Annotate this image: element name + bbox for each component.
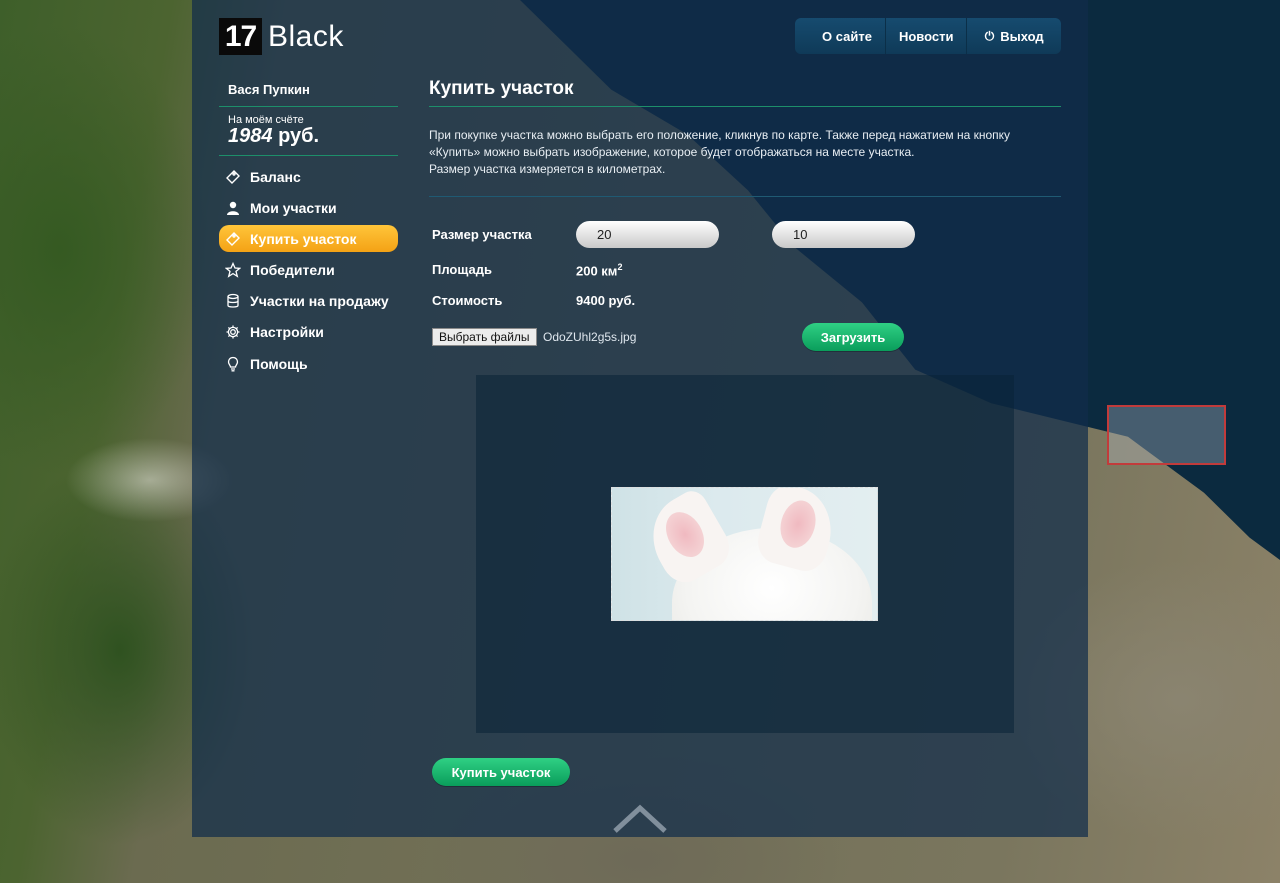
account-amount: 1984 руб.	[228, 125, 319, 148]
user-name[interactable]: Вася Пупкин	[228, 82, 310, 97]
upload-button[interactable]: Загрузить	[802, 323, 904, 351]
plot-image-preview[interactable]	[611, 487, 878, 621]
sidebar-item-my-plots[interactable]: Мои участки	[219, 194, 398, 221]
nav-logout-label: Выход	[1000, 28, 1044, 44]
area-label: Площадь	[432, 262, 492, 277]
nav-about[interactable]: О сайте	[795, 18, 886, 54]
logo[interactable]: 17 Black	[219, 18, 344, 55]
logo-word: Black	[268, 19, 344, 53]
ticket-icon	[225, 169, 241, 185]
power-icon: ⏻	[984, 28, 995, 43]
nav-news-label: Новости	[898, 28, 954, 44]
description-line: При покупке участка можно выбрать его по…	[429, 128, 1011, 142]
sidebar-item-label: Победители	[250, 262, 335, 279]
sidebar-item-help[interactable]: Помощь	[219, 350, 398, 377]
divider	[429, 196, 1061, 197]
sidebar-item-settings[interactable]: Настройки	[219, 319, 398, 346]
sidebar-item-winners[interactable]: Победители	[219, 257, 398, 284]
chevron-up-icon[interactable]	[612, 803, 668, 833]
divider	[219, 155, 398, 156]
divider	[429, 106, 1061, 107]
user-icon	[225, 200, 241, 216]
size-label: Размер участка	[432, 227, 532, 242]
sidebar-item-label: Участки на продажу	[250, 293, 389, 310]
nav-about-label: О сайте	[822, 28, 872, 44]
sidebar-item-balance[interactable]: Баланс	[219, 163, 398, 190]
sidebar-item-label: Мои участки	[250, 199, 337, 216]
cost-value: 9400 руб.	[576, 293, 636, 308]
ticket-icon	[225, 231, 241, 247]
description: При покупке участка можно выбрать его по…	[429, 127, 1069, 178]
account-currency: руб.	[278, 125, 320, 147]
sidebar-item-label: Настройки	[250, 324, 324, 341]
account-value: 1984	[228, 125, 273, 147]
database-icon	[225, 293, 241, 309]
description-line: Размер участка измеряется в километрах.	[429, 162, 666, 176]
gear-icon	[225, 324, 241, 340]
size-y-input[interactable]	[772, 221, 915, 248]
sidebar-item-label: Купить участок	[250, 230, 357, 247]
lightbulb-icon	[225, 356, 241, 372]
logo-number: 17	[219, 18, 262, 55]
description-line: «Купить» можно выбрать изображение, кото…	[429, 145, 915, 159]
map-plot-selection[interactable]	[1107, 405, 1226, 465]
star-icon	[225, 262, 241, 278]
size-x-input[interactable]	[576, 221, 719, 248]
sidebar-item-for-sale[interactable]: Участки на продажу	[219, 288, 398, 315]
area-value-number: 200 км	[576, 263, 618, 279]
top-nav: О сайте Новости ⏻ Выход	[795, 18, 1061, 54]
area-value: 200 км2	[576, 262, 622, 278]
nav-news[interactable]: Новости	[886, 18, 968, 54]
sidebar-item-label: Баланс	[250, 168, 301, 185]
area-power: 2	[617, 262, 623, 272]
file-name: OdoZUhl2g5s.jpg	[543, 330, 637, 344]
sidebar-item-label: Помощь	[250, 355, 308, 372]
choose-file-button[interactable]: Выбрать файлы	[432, 328, 537, 346]
nav-logout[interactable]: ⏻ Выход	[967, 18, 1061, 54]
page-title: Купить участок	[429, 78, 574, 99]
cost-label: Стоимость	[432, 293, 503, 308]
buy-plot-button[interactable]: Купить участок	[432, 758, 570, 786]
sidebar-menu: Баланс Мои участки Купить участок Победи…	[219, 163, 398, 381]
sidebar-item-buy-plot[interactable]: Купить участок	[219, 225, 398, 253]
divider	[219, 106, 398, 107]
